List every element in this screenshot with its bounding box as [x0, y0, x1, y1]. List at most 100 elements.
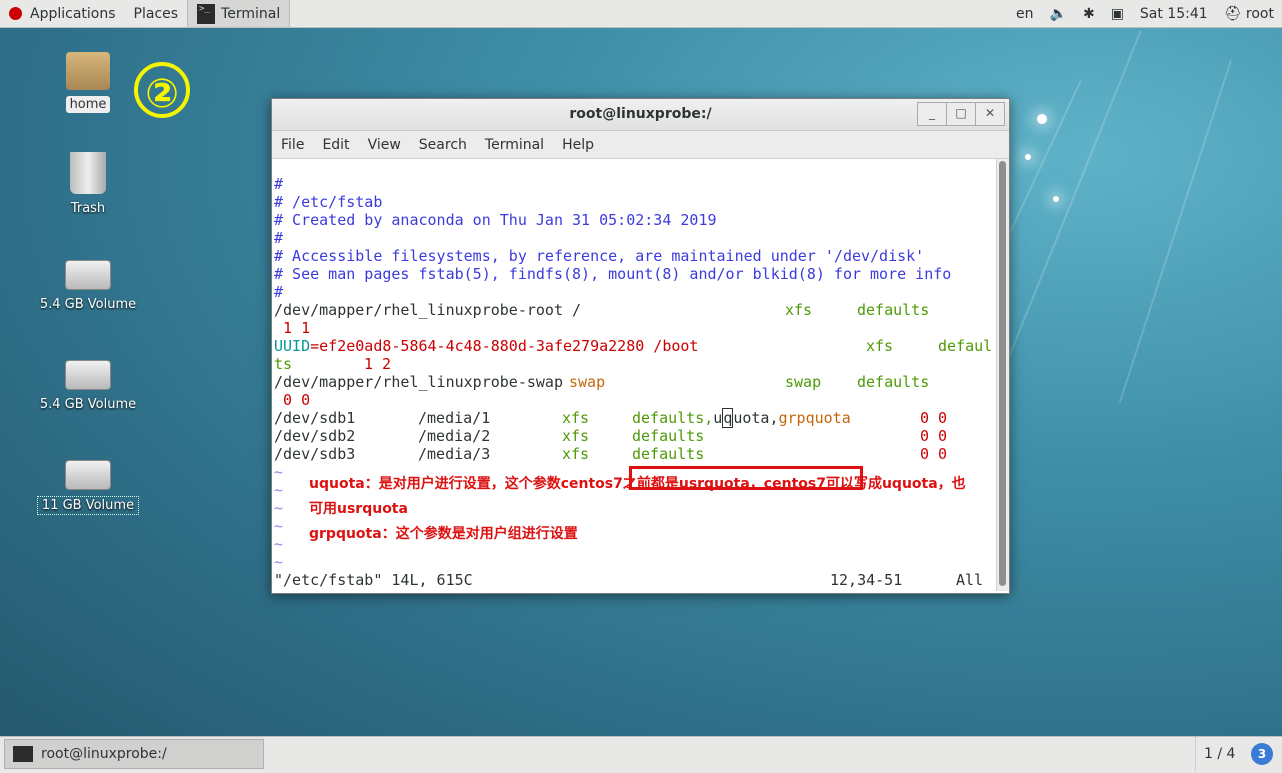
- opts-grpquota: grpquota: [778, 409, 851, 427]
- fstab-swap-nums: 0 0: [274, 391, 311, 409]
- redhat-logo-icon: [9, 7, 22, 20]
- menu-file[interactable]: File: [272, 137, 313, 153]
- active-app-menu[interactable]: >_ Terminal: [187, 0, 291, 27]
- opts-uota: uota,: [733, 409, 779, 427]
- decor-dot: [1037, 114, 1047, 124]
- user-icon: ⛑: [1223, 5, 1242, 22]
- taskbar-item-label: root@linuxprobe:/: [41, 746, 167, 762]
- decor-dot: [1053, 196, 1059, 202]
- empty-line-tilde: ~: [274, 535, 284, 553]
- terminal-window: root@linuxprobe:/ _ □ ✕ File Edit View S…: [271, 98, 1010, 594]
- terminal-icon: [13, 746, 33, 762]
- user-menu[interactable]: ⛑ root: [1216, 6, 1282, 22]
- drive-icon: [65, 260, 111, 290]
- desktop-icon-label: 11 GB Volume: [36, 496, 140, 515]
- applications-menu[interactable]: Applications: [0, 0, 125, 27]
- terminal-scrollbar[interactable]: [996, 159, 1009, 591]
- close-button[interactable]: ✕: [975, 102, 1005, 126]
- notification-badge[interactable]: 3: [1251, 743, 1273, 765]
- volume-icon[interactable]: 🔈: [1042, 6, 1075, 22]
- fstab-line: #: [274, 229, 284, 247]
- fstab-line: # Created by anaconda on Thu Jan 31 05:0…: [274, 211, 717, 229]
- trash-icon: [70, 152, 106, 194]
- folder-home-icon: [66, 52, 110, 90]
- note-uquota-line2: 可用usrquota: [309, 501, 408, 517]
- fstab-boot-fs: xfs: [866, 337, 894, 355]
- fstab-swap-opts: defaults: [857, 373, 930, 391]
- terminal-content[interactable]: # # /etc/fstab # Created by anaconda on …: [272, 159, 996, 591]
- fstab-sdb2-mount: /media/2: [418, 427, 491, 445]
- applications-label: Applications: [30, 5, 116, 22]
- desktop-icon-label: home: [65, 96, 111, 113]
- clock[interactable]: Sat 15:41: [1132, 6, 1216, 22]
- text-cursor: q: [722, 408, 734, 428]
- drive-icon: [65, 360, 111, 390]
- desktop-icon-volume-2[interactable]: 5.4 GB Volume: [33, 352, 143, 413]
- fstab-sdb2-nums: 0 0: [920, 427, 948, 445]
- menubar: File Edit View Search Terminal Help: [272, 131, 1009, 159]
- fstab-sdb3-opts: defaults: [632, 445, 705, 463]
- places-label: Places: [133, 5, 179, 22]
- maximize-button[interactable]: □: [946, 102, 976, 126]
- network-icon[interactable]: ▣: [1103, 6, 1132, 22]
- vim-status-file: "/etc/fstab" 14L, 615C: [274, 571, 473, 589]
- empty-line-tilde: ~: [274, 517, 284, 535]
- fstab-sdb1-opts: defaults,uquota,grpquota: [632, 408, 851, 428]
- menu-view[interactable]: View: [359, 137, 410, 153]
- fstab-sdb3-device: /dev/sdb3: [274, 445, 356, 463]
- menu-help[interactable]: Help: [553, 137, 603, 153]
- fstab-boot-opts-wrap: ts: [274, 355, 293, 373]
- desktop-icon-label: 5.4 GB Volume: [39, 297, 137, 312]
- fstab-boot-opts: defaul: [938, 337, 993, 355]
- fstab-sdb1-device: /dev/sdb1: [274, 409, 356, 427]
- fstab-sdb1-nums: 0 0: [920, 409, 948, 427]
- fstab-sdb3-fs: xfs: [562, 445, 590, 463]
- uuid-value: =ef2e0ad8-5864-4c48-880d-3afe279a2280 /b…: [310, 337, 699, 355]
- desktop-icon-home[interactable]: home: [33, 52, 143, 113]
- fstab-line: # See man pages fstab(5), findfs(8), mou…: [274, 265, 952, 283]
- decor-line: [1118, 60, 1232, 403]
- vim-status-scroll: All: [956, 571, 984, 589]
- menu-terminal[interactable]: Terminal: [476, 137, 553, 153]
- note-uquota-line1: uquota：是对用户进行设置，这个参数centos7之前都是usrquota，…: [309, 476, 966, 492]
- input-language[interactable]: en: [1008, 6, 1042, 22]
- window-titlebar[interactable]: root@linuxprobe:/ _ □ ✕: [272, 99, 1009, 131]
- fstab-boot-nums: 1 2: [364, 355, 392, 373]
- menu-edit[interactable]: Edit: [313, 137, 358, 153]
- fstab-root-opts: defaults: [857, 301, 930, 319]
- note-grpquota: grpquota：这个参数是对用户组进行设置: [309, 526, 578, 542]
- fstab-root-nums: 1 1: [274, 319, 311, 337]
- menu-search[interactable]: Search: [410, 137, 476, 153]
- scrollbar-thumb[interactable]: [999, 161, 1006, 586]
- empty-line-tilde: ~: [274, 553, 284, 571]
- desktop-icon-volume-1[interactable]: 5.4 GB Volume: [33, 252, 143, 313]
- fstab-sdb3-nums: 0 0: [920, 445, 948, 463]
- minimize-button[interactable]: _: [917, 102, 947, 126]
- fstab-boot-line: UUID=ef2e0ad8-5864-4c48-880d-3afe279a228…: [274, 337, 698, 355]
- fstab-line: #: [274, 175, 284, 193]
- window-title: root@linuxprobe:/: [569, 106, 712, 122]
- workspace-indicator[interactable]: 1 / 4: [1195, 737, 1243, 771]
- bluetooth-icon[interactable]: ✱: [1075, 6, 1103, 22]
- fstab-swap-device: /dev/mapper/rhel_linuxprobe-swap: [274, 373, 563, 391]
- desktop-icon-label: 5.4 GB Volume: [39, 397, 137, 412]
- taskbar-item-terminal[interactable]: root@linuxprobe:/: [4, 739, 264, 769]
- fstab-swap-mount: swap: [569, 373, 606, 391]
- places-menu[interactable]: Places: [125, 0, 188, 27]
- annotation-number: ②: [134, 62, 190, 118]
- desktop-icon-trash[interactable]: Trash: [33, 152, 143, 217]
- fstab-swap-fs: swap: [785, 373, 822, 391]
- user-label: root: [1245, 5, 1274, 22]
- drive-icon: [65, 460, 111, 490]
- fstab-sdb1-fs: xfs: [562, 409, 590, 427]
- decor-dot: [1025, 154, 1031, 160]
- desktop-icon-volume-3[interactable]: 11 GB Volume: [33, 452, 143, 515]
- empty-line-tilde: ~: [274, 481, 284, 499]
- fstab-sdb1-mount: /media/1: [418, 409, 491, 427]
- empty-line-tilde: ~: [274, 499, 284, 517]
- vim-status-position: 12,34-51: [830, 571, 903, 589]
- bottom-panel: root@linuxprobe:/ 1 / 4 3: [0, 736, 1282, 773]
- fstab-root-fs: xfs: [785, 301, 813, 319]
- fstab-line: # /etc/fstab: [274, 193, 383, 211]
- terminal-icon: >_: [197, 3, 216, 24]
